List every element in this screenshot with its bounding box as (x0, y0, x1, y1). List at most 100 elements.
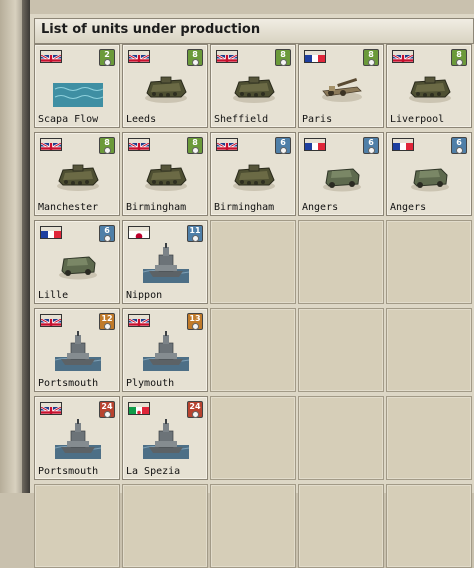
unit-slot[interactable]: 8 Paris (298, 44, 384, 128)
turns-remaining-badge: 6 (363, 137, 379, 154)
city-name: Sheffield (214, 114, 269, 125)
turns-remaining-badge: 8 (187, 137, 203, 154)
unit-slot[interactable]: 24 Portsmouth (34, 396, 120, 480)
clock-icon (455, 147, 463, 154)
empty-slot (34, 484, 120, 568)
empty-slot (386, 484, 472, 568)
window-frame-edge (22, 0, 30, 493)
turns-remaining-badge: 8 (275, 49, 291, 66)
turns-remaining-value: 6 (368, 138, 374, 147)
armored-unit-icon (317, 153, 367, 195)
clock-icon (455, 59, 463, 66)
unit-slot[interactable]: 6 Lille (34, 220, 120, 304)
unit-slot[interactable]: 6 Birmingham (210, 132, 296, 216)
ship-unit-icon (141, 329, 191, 371)
unit-slot[interactable]: 2 Scapa Flow (34, 44, 120, 128)
city-name: Portsmouth (38, 466, 99, 477)
tank-unit-icon (229, 153, 279, 195)
city-name: Paris (302, 114, 333, 125)
turns-remaining-badge: 8 (451, 49, 467, 66)
ship-unit-icon (141, 241, 191, 283)
city-name: Scapa Flow (38, 114, 99, 125)
tank-unit-icon (141, 153, 191, 195)
turns-remaining-value: 6 (456, 138, 462, 147)
uk-flag-icon (128, 50, 150, 63)
turns-remaining-value: 2 (104, 50, 110, 59)
city-name: Plymouth (126, 378, 175, 389)
city-name: Angers (390, 202, 427, 213)
turns-remaining-value: 8 (192, 50, 198, 59)
panel-header: List of units under production (34, 18, 474, 44)
empty-slot (298, 484, 384, 568)
turns-remaining-badge: 13 (187, 313, 203, 330)
city-name: La Spezia (126, 466, 181, 477)
city-name: Birmingham (126, 202, 187, 213)
empty-slot (210, 484, 296, 568)
unit-slot[interactable]: 8 Liverpool (386, 44, 472, 128)
turns-remaining-badge: 24 (99, 401, 115, 418)
clock-icon (191, 235, 199, 242)
unit-slot[interactable]: 12 Portsmouth (34, 308, 120, 392)
tank-unit-icon (53, 153, 103, 195)
city-name: Nippon (126, 290, 163, 301)
unit-slot[interactable]: 8 Manchester (34, 132, 120, 216)
clock-icon (191, 411, 199, 418)
turns-remaining-badge: 11 (187, 225, 203, 242)
city-name: Liverpool (390, 114, 445, 125)
artillery-unit-icon (317, 65, 367, 107)
clock-icon (103, 411, 111, 418)
uk-flag-icon (216, 138, 238, 151)
clock-icon (103, 235, 111, 242)
city-name: Angers (302, 202, 339, 213)
turns-remaining-value: 24 (101, 402, 113, 411)
tank-unit-icon (405, 65, 455, 107)
clock-icon (279, 59, 287, 66)
clock-icon (103, 59, 111, 66)
uk-flag-icon (128, 314, 150, 327)
turns-remaining-badge: 6 (99, 225, 115, 242)
city-name: Birmingham (214, 202, 275, 213)
turns-remaining-value: 8 (104, 138, 110, 147)
uk-flag-icon (40, 402, 62, 415)
empty-slot (122, 484, 208, 568)
ship-unit-icon (141, 417, 191, 459)
city-name: Leeds (126, 114, 157, 125)
clock-icon (103, 323, 111, 330)
unit-slot[interactable]: 8 Birmingham (122, 132, 208, 216)
turns-remaining-value: 6 (280, 138, 286, 147)
unit-slot[interactable]: 24 La Spezia (122, 396, 208, 480)
city-name: Manchester (38, 202, 99, 213)
turns-remaining-badge: 8 (363, 49, 379, 66)
ship-unit-icon (53, 329, 103, 371)
uk-flag-icon (128, 138, 150, 151)
unit-slot[interactable]: 11 Nippon (122, 220, 208, 304)
empty-slot (386, 308, 472, 392)
fr-flag-icon (40, 226, 62, 239)
unit-slot[interactable]: 8 Sheffield (210, 44, 296, 128)
turns-remaining-value: 12 (101, 314, 113, 323)
armored-unit-icon (405, 153, 455, 195)
unit-slot[interactable]: 6 Angers (386, 132, 472, 216)
turns-remaining-badge: 6 (451, 137, 467, 154)
unit-slot[interactable]: 6 Angers (298, 132, 384, 216)
tank-unit-icon (141, 65, 191, 107)
unit-slot[interactable]: 13 Plymouth (122, 308, 208, 392)
clock-icon (279, 147, 287, 154)
sea-unit-icon (53, 65, 104, 107)
uk-flag-icon (392, 50, 414, 63)
city-name: Portsmouth (38, 378, 99, 389)
it-flag-icon (128, 402, 150, 415)
ship-unit-icon (53, 417, 103, 459)
unit-slot[interactable]: 8 Leeds (122, 44, 208, 128)
clock-icon (191, 323, 199, 330)
turns-remaining-badge: 8 (187, 49, 203, 66)
fr-flag-icon (392, 138, 414, 151)
uk-flag-icon (40, 50, 62, 63)
clock-icon (367, 59, 375, 66)
uk-flag-icon (216, 50, 238, 63)
turns-remaining-badge: 24 (187, 401, 203, 418)
empty-slot (210, 220, 296, 304)
clock-icon (191, 147, 199, 154)
uk-flag-icon (40, 314, 62, 327)
clock-icon (103, 147, 111, 154)
